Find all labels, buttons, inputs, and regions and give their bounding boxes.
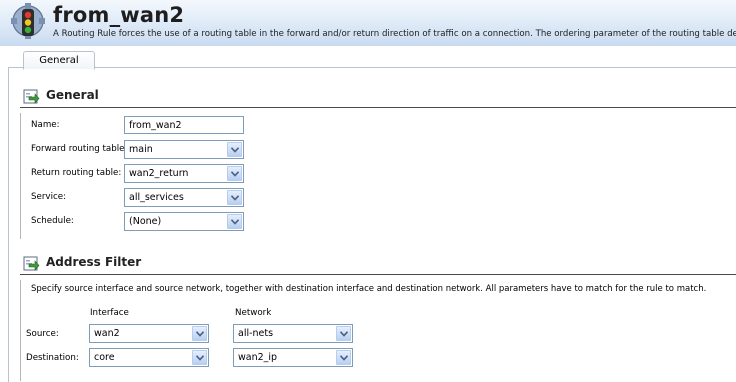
forward-routing-table-select[interactable]: main [124,140,244,159]
source-interface-value: wan2 [94,328,120,339]
schedule-select[interactable]: (None) [124,212,244,231]
chevron-down-icon[interactable] [227,142,242,157]
destination-network-select[interactable]: wan2_ip [233,348,353,367]
page-description: A Routing Rule forces the use of a routi… [53,29,736,39]
destination-network-value: wan2_ip [238,352,278,363]
source-label: Source: [26,329,59,339]
destination-label: Destination: [26,353,79,363]
service-select[interactable]: all_services [124,188,244,207]
service-label: Service: [31,192,67,202]
service-value: all_services [129,192,184,203]
address-filter-description: Specify source interface and source netw… [31,284,707,294]
general-section-header: General [20,87,736,108]
address-filter-section-title: Address Filter [46,255,142,269]
destination-interface-select[interactable]: core [89,348,209,367]
schedule-label: Schedule: [31,216,74,226]
forward-routing-table-label: Forward routing table: [31,144,128,154]
return-routing-table-select[interactable]: wan2_return [124,164,244,183]
tab-general[interactable]: General [23,51,95,70]
general-section-title: General [46,88,99,102]
traffic-light-gear-icon [11,3,45,39]
tab-strip [0,46,736,68]
return-routing-table-value: wan2_return [129,168,189,179]
address-filter-section-header: Address Filter [20,254,736,275]
name-input[interactable] [124,116,244,134]
chevron-down-icon[interactable] [192,350,207,365]
name-label: Name: [31,120,60,130]
general-form: Name: Forward routing table: main Return… [20,113,736,239]
edit-arrow-icon [23,89,40,104]
chevron-down-icon[interactable] [192,326,207,341]
schedule-value: (None) [129,216,162,227]
address-filter-form: Specify source interface and source netw… [20,280,736,381]
return-routing-table-label: Return routing table: [31,168,122,178]
chevron-down-icon[interactable] [227,166,242,181]
page-header: from_wan2 A Routing Rule forces the use … [0,0,736,47]
interface-column-header: Interface [90,308,129,318]
forward-routing-table-value: main [129,144,153,155]
chevron-down-icon[interactable] [227,190,242,205]
source-interface-select[interactable]: wan2 [89,324,209,343]
page-title: from_wan2 [53,3,185,27]
chevron-down-icon[interactable] [336,326,351,341]
destination-interface-value: core [94,352,115,363]
source-network-value: all-nets [238,328,274,339]
source-network-select[interactable]: all-nets [233,324,353,343]
edit-arrow-icon [23,256,40,271]
chevron-down-icon[interactable] [227,214,242,229]
chevron-down-icon[interactable] [336,350,351,365]
network-column-header: Network [235,308,272,318]
